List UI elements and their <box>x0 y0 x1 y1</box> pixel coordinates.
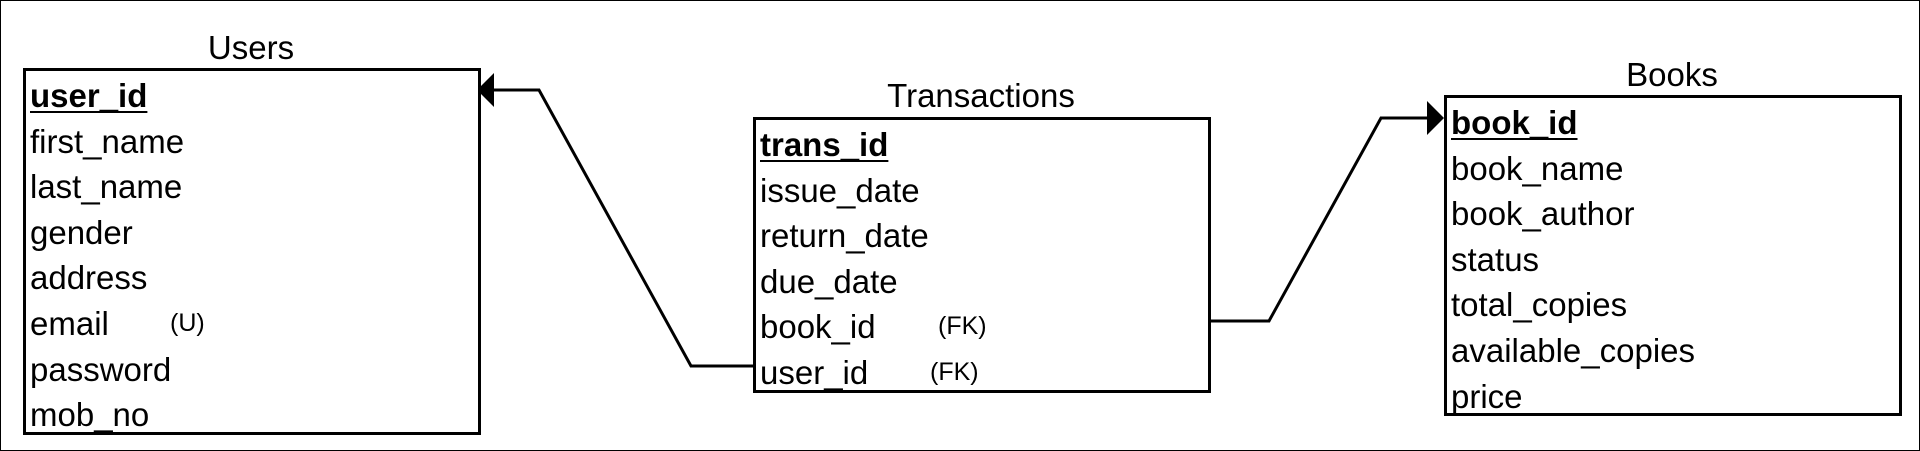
field-name: issue_date <box>760 171 920 209</box>
transactions-field-trans-id: trans_id <box>756 122 1208 168</box>
field-name: book_id <box>1451 104 1578 141</box>
field-name: last_name <box>30 168 183 206</box>
field-name: book_name <box>1451 149 1624 187</box>
field-name: mob_no <box>30 396 150 434</box>
field-name: book_author <box>1451 195 1635 233</box>
users-field-user-id: user_id <box>26 73 478 119</box>
field-name: total_copies <box>1451 286 1628 324</box>
field-key-tag: (FK) <box>930 357 979 386</box>
books-field-status: status <box>1447 237 1899 283</box>
users-field-gender: gender <box>26 210 478 256</box>
field-name: book_id <box>760 308 876 346</box>
field-name: status <box>1451 240 1540 278</box>
field-name: price <box>1451 377 1523 415</box>
field-name: due_date <box>760 262 898 300</box>
transactions-entity: trans_id issue_date return_date due_dateboo… <box>753 117 1211 393</box>
field-key-tag: (FK) <box>938 312 987 341</box>
transactions-field-due-date: due_date <box>756 259 1208 305</box>
books-field-price: price <box>1447 374 1899 420</box>
field-name: gender <box>30 213 133 251</box>
field-name: user_id <box>760 353 869 391</box>
er-diagram-canvas: Users user_id first_name last_namegender ad… <box>0 0 1920 451</box>
books-field-available-copies: available_copies <box>1447 328 1899 374</box>
users-field-password: password <box>26 347 478 393</box>
field-name: available_copies <box>1451 331 1696 369</box>
field-name: return_date <box>760 217 929 255</box>
users-field-first-name: first_name <box>26 119 478 165</box>
users-field-last-name: last_name <box>26 164 478 210</box>
arrowhead-books <box>1427 101 1444 135</box>
field-name: address <box>30 259 148 297</box>
users-entity: user_id first_name last_namegender address e… <box>23 68 481 435</box>
books-entity-title: Books <box>1626 56 1718 93</box>
books-field-total-copies: total_copies <box>1447 282 1899 328</box>
books-field-book-id: book_id <box>1447 100 1899 146</box>
books-field-book-author: book_author <box>1447 191 1899 237</box>
users-field-address: address <box>26 255 478 301</box>
books-entity: book_id book_name book_authorstatus total_c… <box>1444 95 1902 416</box>
relationship-line-transactions-books <box>1209 116 1429 323</box>
transactions-field-return-date: return_date <box>756 213 1208 259</box>
field-name: user_id <box>30 77 148 114</box>
users-entity-title: Users <box>207 29 295 66</box>
transactions-field-user-id: user_id (FK) <box>756 350 1208 396</box>
field-name: first_name <box>30 122 185 160</box>
relationship-line-transactions-users <box>491 88 755 368</box>
transactions-field-book-id: book_id (FK) <box>756 304 1208 350</box>
transactions-field-issue-date: issue_date <box>756 168 1208 214</box>
field-name: email <box>30 304 109 342</box>
field-name: trans_id <box>760 126 889 163</box>
books-field-book-name: book_name <box>1447 146 1899 192</box>
users-field-email: email (U) <box>26 301 478 347</box>
users-field-mob-no: mob_no <box>26 392 478 438</box>
transactions-entity-title: Transactions <box>887 77 1075 114</box>
field-key-tag: (U) <box>170 308 205 337</box>
field-name: password <box>30 350 172 388</box>
